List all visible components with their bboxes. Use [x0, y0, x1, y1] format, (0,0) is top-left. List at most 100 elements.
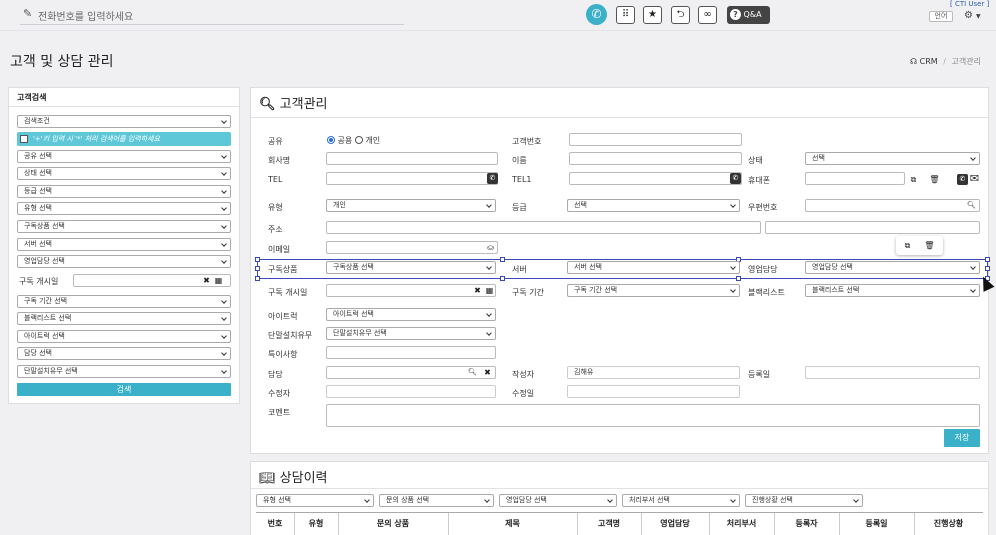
copy-icon[interactable]: ⧉ — [902, 240, 913, 251]
tel-input[interactable] — [326, 172, 498, 185]
search-hint-input[interactable]: '+'키 입력 시 '*' 처리 검색어를 입력하세요 — [17, 132, 231, 146]
name-input[interactable] — [569, 152, 742, 165]
trash-icon[interactable]: 🗑︎ — [924, 240, 935, 251]
resize-handle[interactable] — [255, 257, 260, 262]
hint-checkbox[interactable] — [20, 135, 28, 143]
sidebar-select-sales[interactable]: 영업담당 선택 — [17, 255, 231, 268]
comment-textarea[interactable] — [326, 404, 980, 427]
phone-icon[interactable]: ✆ — [730, 173, 741, 184]
special-note-input[interactable] — [326, 346, 496, 359]
radio-private[interactable] — [354, 136, 363, 144]
period-select[interactable]: 구독 기간 선택 — [567, 284, 740, 297]
email-input[interactable] — [326, 241, 498, 254]
search-icon[interactable]: 🔍︎ — [467, 367, 478, 378]
history-filter-progress[interactable]: 진행상황 선택 — [745, 494, 863, 507]
start-date-input[interactable] — [326, 284, 496, 297]
search-button[interactable]: 검색 — [17, 383, 231, 396]
conference-button[interactable]: ∞ — [698, 6, 717, 24]
resize-handle[interactable] — [500, 257, 505, 262]
phone-icon[interactable]: ✆ — [487, 173, 498, 184]
resize-handle[interactable] — [500, 276, 505, 281]
chevron-down-icon — [853, 497, 859, 503]
call-button[interactable]: ✆ — [586, 4, 607, 25]
sidebar-select-itruck[interactable]: 아이트럭 선택 — [17, 330, 231, 343]
column-header-customer[interactable]: 고객명 — [577, 513, 641, 535]
resize-handle[interactable] — [736, 276, 741, 281]
settings-dropdown[interactable]: ⚙ ▼ — [964, 10, 981, 21]
clear-icon[interactable]: ✖ — [482, 367, 493, 378]
column-header-progress[interactable]: 진행상황 — [914, 513, 983, 535]
company-label: 회사명 — [268, 156, 291, 165]
calendar-icon[interactable]: ▦ — [484, 285, 495, 296]
phone-input[interactable]: ✎ 전화번호를 입력하세요 — [20, 4, 404, 25]
clear-icon[interactable]: ✖ — [472, 285, 483, 296]
resize-handle[interactable] — [255, 276, 260, 281]
column-header-subject[interactable]: 제목 — [448, 513, 577, 535]
question-icon: ? — [730, 9, 741, 20]
sidebar-select-share[interactable]: 공유 선택 — [17, 150, 231, 163]
sidebar-select-device[interactable]: 단말설치유무 선택 — [17, 365, 231, 378]
calendar-icon[interactable]: ▦ — [213, 275, 224, 286]
product-select[interactable]: 구독상품 선택 — [326, 261, 496, 274]
status-select[interactable]: 선택 — [805, 152, 980, 165]
search-icon[interactable]: 🔍︎ — [966, 200, 977, 211]
address-input-1[interactable] — [326, 221, 761, 234]
sales-label: 영업담당 — [748, 265, 778, 274]
breadcrumb-root[interactable]: CRM — [920, 57, 938, 66]
history-filter-sales[interactable]: 영업담당 선택 — [499, 494, 617, 507]
itruck-label: 아이트럭 — [268, 312, 298, 321]
pencil-icon: ✎ — [23, 7, 33, 20]
sidebar-select-manager[interactable]: 담당 선택 — [17, 347, 231, 360]
history-filter-dept[interactable]: 처리부서 선택 — [622, 494, 740, 507]
chevron-down-icon — [970, 264, 976, 270]
itruck-select[interactable]: 아이트럭 선택 — [326, 308, 496, 321]
column-header-dept[interactable]: 처리부서 — [709, 513, 774, 535]
keypad-button[interactable]: ⠿ — [616, 6, 635, 24]
column-header-sales[interactable]: 영업담당 — [641, 513, 709, 535]
resize-handle[interactable] — [985, 266, 990, 271]
column-header-reg-date[interactable]: 등록일 — [839, 513, 914, 535]
clear-icon[interactable]: ✖ — [201, 275, 212, 286]
sidebar-select-period[interactable]: 구독 기간 선택 — [17, 295, 231, 308]
favorite-button[interactable]: ★ — [643, 6, 662, 24]
history-filter-product[interactable]: 문의 상품 선택 — [379, 494, 494, 507]
blacklist-select[interactable]: 블랙리스트 선택 — [805, 284, 980, 297]
qa-button[interactable]: ? Q&A — [727, 6, 770, 24]
tel1-input[interactable] — [569, 172, 742, 185]
sidebar-select-grade[interactable]: 등급 선택 — [17, 185, 231, 198]
zip-input[interactable] — [805, 199, 980, 212]
chevron-down-icon — [970, 287, 976, 293]
device-select[interactable]: 단말설치유무 선택 — [326, 327, 496, 340]
copy-icon[interactable]: ⧉ — [908, 174, 919, 185]
sidebar-select-status[interactable]: 상태 선택 — [17, 167, 231, 180]
sidebar-select-type[interactable]: 유형 선택 — [17, 202, 231, 215]
sidebar-select-server[interactable]: 서버 선택 — [17, 238, 231, 251]
mobile-input[interactable] — [805, 172, 905, 185]
sales-select[interactable]: 영업담당 선택 — [805, 261, 980, 274]
sidebar-select-product[interactable]: 구독상품 선택 — [17, 220, 231, 233]
column-header-product[interactable]: 문의 상품 — [338, 513, 448, 535]
company-input[interactable] — [326, 152, 498, 165]
grade-select[interactable]: 선택 — [567, 199, 740, 212]
column-header-registrant[interactable]: 등록자 — [774, 513, 839, 535]
transfer-button[interactable]: ⮌ — [671, 6, 690, 24]
resize-handle[interactable] — [985, 257, 990, 262]
cti-user-label: [ CTI User ] — [950, 0, 990, 8]
sidebar-select-blacklist[interactable]: 블랙리스트 선택 — [17, 312, 231, 325]
history-filter-type[interactable]: 유형 선택 — [256, 494, 374, 507]
mail-icon[interactable]: ✉ — [969, 173, 980, 184]
resize-handle[interactable] — [255, 266, 260, 271]
type-select[interactable]: 개인 — [326, 199, 496, 212]
phone-icon[interactable]: ✆ — [957, 174, 968, 185]
column-header-type[interactable]: 유형 — [294, 513, 338, 535]
server-select[interactable]: 서버 선택 — [567, 261, 740, 274]
trash-icon[interactable]: 🗑︎ — [929, 174, 940, 185]
save-button[interactable]: 저장 — [944, 429, 980, 447]
customer-no-input[interactable] — [569, 133, 742, 146]
mail-send-icon[interactable]: ⛀ — [485, 242, 496, 253]
search-condition-select[interactable]: 검색조건 — [17, 115, 231, 128]
radio-public[interactable] — [327, 136, 335, 144]
language-button[interactable]: 언어 — [929, 11, 953, 22]
address-input-2[interactable] — [765, 221, 980, 234]
column-header-no[interactable]: 번호 — [256, 513, 294, 535]
